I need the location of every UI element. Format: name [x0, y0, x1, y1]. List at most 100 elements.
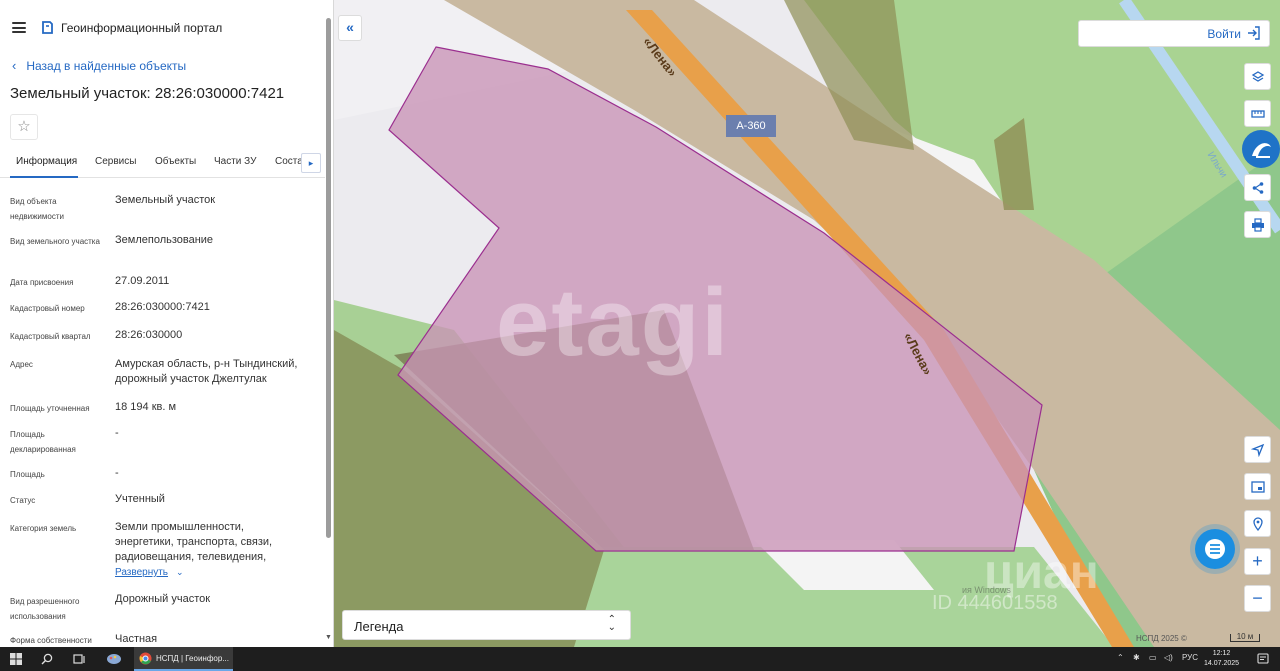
active-tab-indicator — [10, 176, 78, 178]
taskbar-clock[interactable]: 12:12 14.07.2025 — [1204, 649, 1239, 669]
prop-value-cadastral-quarter: 28:26:030000 — [115, 329, 183, 341]
portal-title: Геоинформационный портал — [61, 21, 223, 35]
tray-network-icon[interactable]: ▭ — [1149, 653, 1157, 662]
prop-label-area-specified: Площадь уточненная — [10, 404, 90, 413]
sort-arrows-icon: ⌃ ⌄ — [607, 614, 616, 633]
ruler-button[interactable] — [1244, 100, 1271, 127]
tab-parts[interactable]: Части ЗУ — [214, 156, 256, 167]
legend-dropdown[interactable]: Легенда ⌃ ⌄ — [342, 610, 631, 640]
favorite-star-button[interactable]: ☆ — [10, 114, 38, 140]
prop-label-land-category: Категория земель — [10, 524, 77, 533]
info-panel: Геоинформационный портал ‹ Назад в найде… — [0, 0, 334, 647]
map-attribution: НСПД 2025 © — [1136, 634, 1187, 643]
tab-composition[interactable]: Соста — [275, 156, 303, 167]
print-button[interactable] — [1244, 211, 1271, 238]
print-icon — [1252, 218, 1264, 232]
prop-value-area: - — [115, 467, 119, 479]
prop-value-cadastral-number: 28:26:030000:7421 — [115, 301, 210, 313]
panel-scrollbar[interactable] — [326, 18, 331, 538]
prop-value-status: Учтенный — [115, 493, 165, 505]
login-icon — [1248, 26, 1260, 40]
prop-value-area-specified: 18 194 кв. м — [115, 401, 177, 413]
tab-services[interactable]: Сервисы — [95, 156, 136, 167]
portal-logo-icon — [42, 21, 53, 34]
expand-link-label: Развернуть — [115, 567, 169, 578]
task-view-icon[interactable] — [73, 653, 86, 665]
prop-value-permitted-use: Дорожный участок — [115, 593, 211, 605]
nspd-logo-icon — [1252, 143, 1271, 158]
prop-value-parcel-type: Землепользование — [115, 234, 214, 246]
tray-volume-icon[interactable]: ◁) — [1164, 653, 1173, 662]
geolocation-button[interactable] — [1244, 510, 1271, 537]
ruler-icon — [1251, 110, 1265, 118]
prop-label-cadastral-quarter: Кадастровый квартал — [10, 332, 91, 341]
taskbar-app-label: НСПД | Геоинфор... — [156, 654, 229, 663]
back-to-results-link[interactable]: ‹ Назад в найденные объекты — [12, 58, 186, 73]
login-button[interactable]: Войти — [1078, 20, 1270, 47]
zoom-out-button[interactable]: − — [1244, 585, 1271, 612]
windows-start-icon[interactable] — [10, 653, 22, 665]
locate-button[interactable] — [1244, 436, 1271, 463]
notification-icon[interactable] — [1257, 653, 1269, 665]
tabs-scroll-right-button[interactable]: ▸ — [301, 153, 321, 173]
prop-value-area-declared: - — [115, 427, 119, 439]
nspd-logo-button[interactable] — [1242, 130, 1280, 168]
chat-button[interactable] — [1195, 529, 1235, 569]
taskbar-browser-app[interactable]: НСПД | Геоинфор... — [134, 647, 233, 671]
prop-value-ownership: Частная — [115, 633, 158, 645]
collapse-panel-button[interactable]: « — [338, 15, 362, 41]
prop-value-date: 27.09.2011 — [115, 275, 170, 287]
chat-list-icon — [1205, 539, 1225, 559]
chrome-icon — [139, 652, 152, 665]
chevron-down-icon: ⌄ — [176, 567, 184, 577]
prop-label-permitted-use: Вид разрешенного использования — [10, 597, 80, 621]
back-link-label: Назад в найденные объекты — [26, 58, 187, 73]
object-title: Земельный участок: 28:26:030000:7421 — [10, 85, 285, 102]
share-button[interactable] — [1244, 174, 1271, 201]
navigation-arrow-icon — [1251, 443, 1265, 457]
watermark-id: ID 444601558 — [932, 592, 1058, 614]
panel-header: Геоинформационный портал — [0, 8, 325, 48]
route-badge: А-360 — [726, 115, 776, 137]
map-scale: 10 м — [1230, 633, 1260, 642]
login-label: Войти — [1207, 27, 1241, 41]
expand-link[interactable]: Развернуть ⌄ — [115, 567, 184, 578]
map-pin-icon — [1253, 517, 1263, 531]
paint-app-icon[interactable] — [106, 652, 122, 666]
map-canvas — [334, 0, 1280, 647]
zoom-in-button[interactable]: + — [1244, 548, 1271, 575]
minimap-button[interactable] — [1244, 473, 1271, 500]
info-tabs: Информация Сервисы Объекты Части ЗУ Сост… — [0, 148, 325, 178]
chevron-left-icon: ‹ — [12, 58, 17, 73]
tray-language[interactable]: РУС — [1182, 653, 1198, 662]
layers-icon — [1251, 71, 1265, 82]
prop-label-area-declared: Площадь декларированная — [10, 430, 76, 454]
layers-button[interactable] — [1244, 63, 1271, 90]
prop-label-ownership: Форма собственности — [10, 636, 92, 645]
clock-date: 14.07.2025 — [1204, 660, 1240, 667]
watermark-etagi: etagi — [496, 269, 731, 376]
prop-label-status: Статус — [10, 496, 36, 505]
prop-label-area: Площадь — [10, 470, 45, 479]
prop-label-object-type: Вид объекта недвижимости — [10, 197, 64, 221]
tray-bluetooth-icon[interactable]: ✱ — [1133, 653, 1140, 662]
prop-label-cadastral-number: Кадастровый номер — [10, 304, 85, 313]
map-view[interactable]: etagi «Лена» «Лена» А-360 Ильчи циан ID … — [334, 0, 1280, 647]
hamburger-menu-icon[interactable] — [12, 22, 26, 33]
prop-label-address: Адрес — [10, 360, 33, 369]
clock-time: 12:12 — [1212, 650, 1231, 657]
scroll-down-arrow-icon[interactable]: ▼ — [325, 634, 332, 641]
prop-value-address: Амурская область, р-н Тындинский, дорожн… — [115, 358, 298, 385]
prop-label-date: Дата присвоения — [10, 278, 74, 287]
search-icon[interactable] — [41, 653, 53, 665]
prop-value-object-type: Земельный участок — [115, 194, 216, 206]
share-icon — [1252, 182, 1264, 194]
watermark-windows: ия Windows — [962, 585, 1011, 595]
prop-label-parcel-type: Вид земельного участка — [10, 237, 100, 246]
tab-objects[interactable]: Объекты — [155, 156, 196, 167]
legend-label: Легенда — [354, 619, 404, 634]
tab-information[interactable]: Информация — [16, 156, 77, 167]
windows-taskbar: НСПД | Геоинфор... ⌃ ✱ ▭ ◁) РУС 12:12 14… — [0, 647, 1280, 671]
tray-chevron-up-icon[interactable]: ⌃ — [1117, 653, 1124, 662]
minimap-icon — [1251, 481, 1265, 493]
